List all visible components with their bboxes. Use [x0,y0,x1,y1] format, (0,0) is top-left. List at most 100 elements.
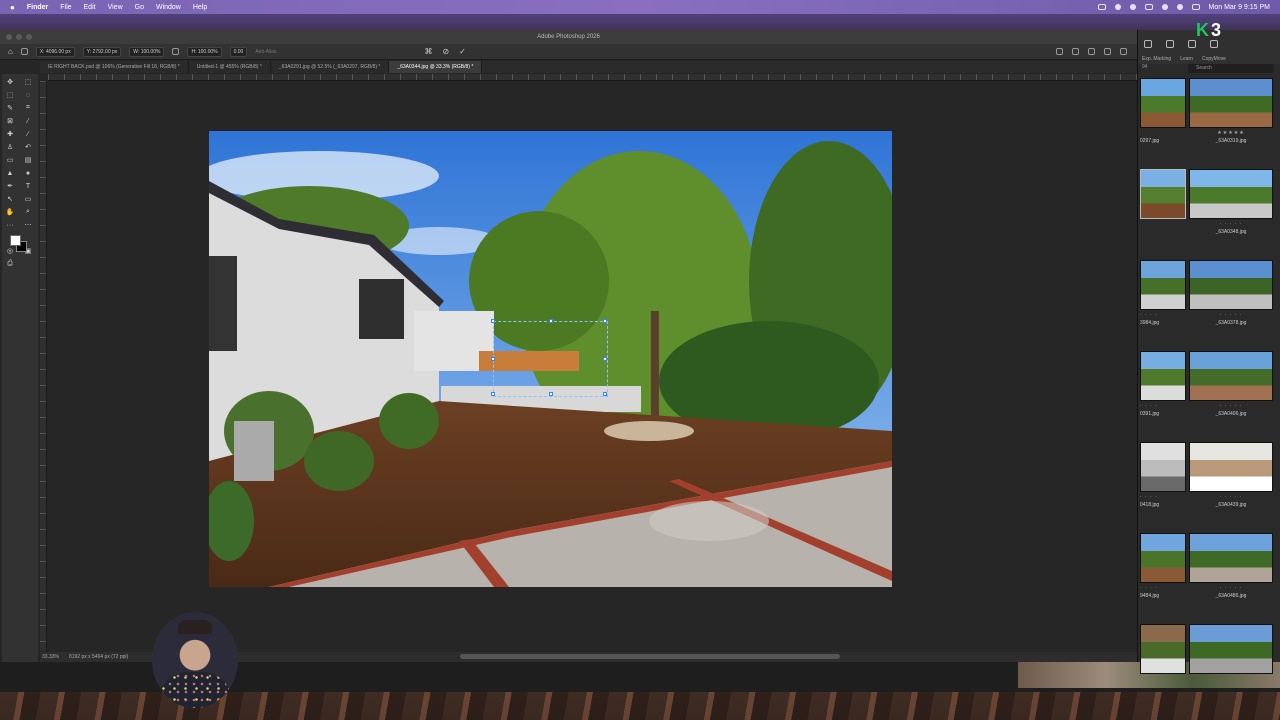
transform-handle[interactable] [603,319,607,323]
minimize-window-button[interactable] [16,34,22,40]
link-icon[interactable] [172,48,180,55]
y-position-field[interactable]: Y: 2792.00 px [82,46,122,57]
quick-select-tool-icon[interactable]: ✎ [4,103,16,113]
notifications-icon[interactable] [1072,48,1079,55]
zoom-tool-icon[interactable]: ⌕ [22,207,34,217]
move-tool-icon[interactable]: ✥ [4,77,16,87]
share-icon[interactable] [1056,48,1063,55]
transform-handle[interactable] [549,392,553,396]
sync-icon[interactable] [1129,4,1136,10]
thumbnail-image[interactable] [1189,533,1273,583]
thumbnail-image[interactable] [1189,351,1273,401]
thumbnail-item[interactable]: · · · · · _63A0348.jpg [1189,165,1273,256]
thumbnail-image[interactable] [1140,533,1186,583]
brush-tool-icon[interactable]: ∕ [22,129,34,139]
thumbnail-image[interactable] [1140,624,1186,674]
doc-tab[interactable]: Untitled-1 @ 455% (RGB/8) * [189,61,271,73]
thumbnail-item[interactable]: · · · · · _63A0486.jpg [1189,529,1273,620]
bridge-label[interactable]: Exp. Marking [1142,56,1171,62]
horizontal-scrollbar[interactable] [460,654,840,659]
thumbnail-image[interactable] [1189,169,1273,219]
rotation-field[interactable]: 0.00 [229,46,248,57]
thumbnail-item[interactable] [1140,165,1186,256]
thumbnail-image[interactable] [1140,351,1186,401]
artboard-tool-icon[interactable]: ⬚ [22,77,34,87]
transform-handle[interactable] [491,319,495,323]
menu-clock[interactable]: Mon Mar 9 9:15 PM [1209,4,1270,11]
thumbnail-item[interactable]: · · · · 0391.jpg [1140,347,1186,438]
type-tool-icon[interactable]: T [22,181,34,191]
search-icon[interactable] [1088,48,1095,55]
thumbnail-item[interactable] [1140,620,1186,711]
thumbnail-rating[interactable]: · · · · [1140,585,1186,591]
thumbnail-rating[interactable]: · · · · · [1189,312,1273,318]
thumbnail-rating[interactable]: · · · · · [1189,494,1273,500]
foreground-color-swatch[interactable] [10,235,21,246]
bridge-label[interactable]: CopyMove [1202,56,1226,62]
transform-handle[interactable] [603,392,607,396]
thumbnail-image[interactable] [1140,260,1186,310]
thumbnail-rating[interactable]: · · · · · [1189,403,1273,409]
color-swatches[interactable] [4,233,38,253]
x-position-field[interactable]: X: 4096.00 px [35,46,75,57]
transform-handle[interactable] [603,357,607,361]
extra-tool-icon[interactable]: ⎙ [4,259,16,269]
thumbnail-item[interactable]: 0297.jpg [1140,74,1186,165]
workspace-icon[interactable] [1120,48,1127,55]
history-brush-icon[interactable]: ↶ [22,142,34,152]
thumbnail-image[interactable] [1189,78,1273,128]
doc-tab-active[interactable]: _63A0344.jpg @ 33.3% (RGB/8) * [389,61,483,73]
gradient-tool-icon[interactable]: ▤ [22,155,34,165]
marquee-tool-icon[interactable]: ⬚ [4,90,16,100]
apple-menu-icon[interactable]: ● [10,3,15,12]
control-center-icon[interactable] [1191,4,1200,10]
crop-tool-icon[interactable]: ⌗ [22,103,34,113]
edit-toolbar-icon[interactable]: ⋯ [22,220,34,230]
menu-edit[interactable]: Edit [84,4,96,11]
menu-file[interactable]: File [60,4,71,11]
width-field[interactable]: W: 100.00% [129,46,165,57]
bridge-label[interactable]: Learn [1180,56,1193,62]
search-icon[interactable] [1176,4,1183,10]
transform-handle[interactable] [549,319,553,323]
thumbnail-item[interactable]: · · · · 3984.jpg [1140,256,1186,347]
lasso-tool-icon[interactable]: ◌ [22,90,34,100]
panel-icon[interactable] [1144,40,1152,48]
thumbnail-rating[interactable]: ★★★★★ [1189,130,1273,136]
thumbnail-image[interactable] [1189,260,1273,310]
thumbnail-item[interactable]: · · · · 0418.jpg [1140,438,1186,529]
home-icon[interactable]: ⌂ [8,47,13,56]
thumbnail-rating[interactable]: · · · · [1140,403,1186,409]
zoom-window-button[interactable] [26,34,32,40]
interpolation-label[interactable]: Anti-Alias [255,49,276,55]
dodge-tool-icon[interactable]: ● [22,168,34,178]
thumbnail-item[interactable]: · · · · · _63A0406.jpg [1189,347,1273,438]
transform-selection[interactable] [491,319,608,397]
zoom-level[interactable]: 33.33% [42,654,59,660]
thumbnail-rating[interactable]: · · · · [1140,494,1186,500]
transform-handle[interactable] [491,392,495,396]
warp-icon[interactable]: ⌘ [424,47,432,56]
more-tools-icon[interactable]: ··· [4,220,16,230]
thumbnail-rating[interactable]: · · · · [1140,312,1186,318]
stamp-tool-icon[interactable]: ♙ [4,142,16,152]
thumbnail-image[interactable] [1140,78,1186,128]
vertical-ruler[interactable] [40,81,47,651]
eyedropper-tool-icon[interactable]: ⁄ [22,116,34,126]
path-select-tool-icon[interactable]: ↖ [4,194,16,204]
close-window-button[interactable] [6,34,12,40]
thumbnail-image[interactable] [1189,442,1273,492]
frame-tool-icon[interactable]: ⊠ [4,116,16,126]
wifi-icon[interactable] [1161,4,1168,10]
thumbnail-item[interactable]: · · · · · _63A0439.jpg [1189,438,1273,529]
discover-icon[interactable] [1104,48,1111,55]
screen-mirror-icon[interactable] [1097,4,1106,10]
folder-icon[interactable] [1188,40,1196,48]
menu-window[interactable]: Window [156,4,181,11]
battery-icon[interactable] [1144,4,1153,10]
doc-tab[interactable]: IE RIGHT BACK.psd @ 106% (Generative Fil… [40,61,189,73]
thumbnail-rating[interactable]: · · · · · [1189,585,1273,591]
menu-finder[interactable]: Finder [27,4,48,11]
blur-tool-icon[interactable]: ▲ [4,168,16,178]
bridge-search-input[interactable]: Search [1188,64,1274,73]
